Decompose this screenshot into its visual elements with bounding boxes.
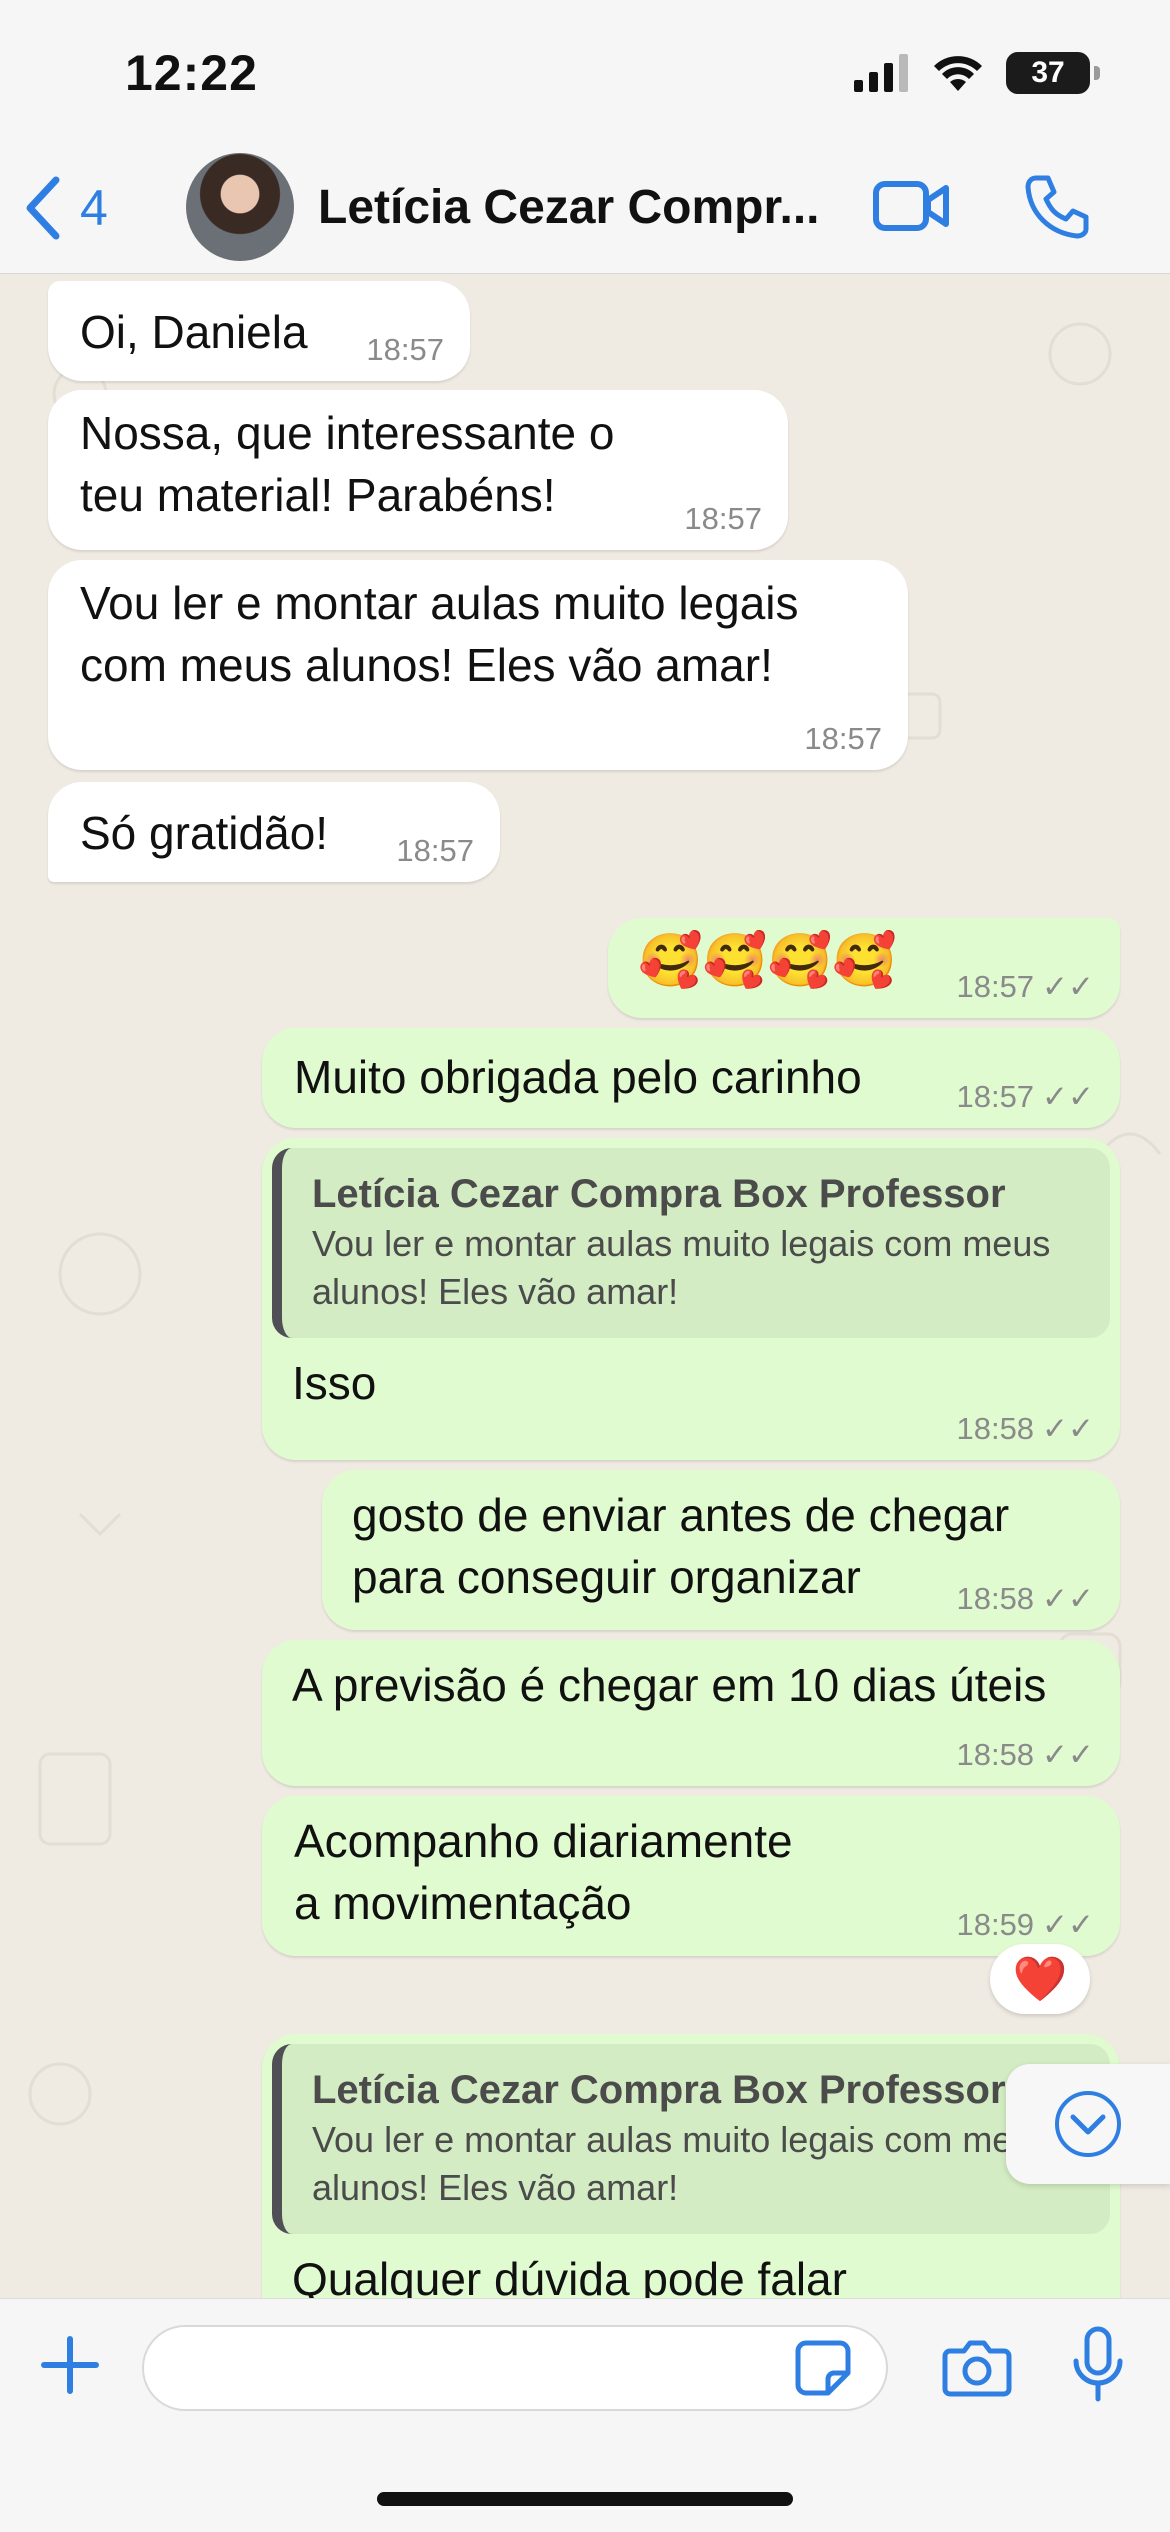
- message-text: Acompanho diariamente a movimentação: [294, 1815, 793, 1929]
- camera-button[interactable]: [942, 2337, 1012, 2402]
- quoted-message[interactable]: Letícia Cezar Compra Box Professor Vou l…: [272, 1148, 1110, 1338]
- message-bubble-incoming[interactable]: Vou ler e montar aulas muito legais com …: [48, 560, 908, 770]
- sticker-button[interactable]: [794, 2339, 852, 2402]
- message-bubble-outgoing[interactable]: Letícia Cezar Compra Box Professor Vou l…: [262, 2034, 1120, 2298]
- read-receipt-icon: ✓✓: [1042, 1411, 1094, 1446]
- message-bubble-outgoing[interactable]: gosto de enviar antes de chegar para con…: [322, 1470, 1120, 1630]
- read-receipt-icon: ✓✓: [1042, 1907, 1094, 1942]
- message-bubble-outgoing[interactable]: Letícia Cezar Compra Box Professor Vou l…: [262, 1138, 1120, 1460]
- quoted-text: Vou ler e montar aulas muito legais com …: [312, 2119, 1051, 2208]
- message-bubble-incoming[interactable]: Só gratidão! 18:57: [48, 782, 500, 882]
- voice-message-button[interactable]: [1070, 2325, 1126, 2410]
- home-indicator[interactable]: [377, 2492, 793, 2506]
- video-call-button[interactable]: [872, 176, 952, 241]
- heart-reaction[interactable]: ❤️: [990, 1944, 1090, 2014]
- message-time: 18:57 ✓✓: [956, 969, 1094, 1004]
- message-time: 18:58 ✓✓: [956, 1581, 1094, 1616]
- quoted-message[interactable]: Letícia Cezar Compra Box Professor Vou l…: [272, 2044, 1110, 2234]
- voice-call-button[interactable]: [1022, 172, 1092, 247]
- message-bubble-incoming[interactable]: Nossa, que interessante o teu material! …: [48, 390, 788, 550]
- contact-name[interactable]: Letícia Cezar Compr...: [318, 180, 828, 235]
- message-input[interactable]: [142, 2325, 888, 2411]
- read-receipt-icon: ✓✓: [1042, 969, 1094, 1004]
- camera-icon: [942, 2340, 1012, 2397]
- quoted-sender: Letícia Cezar Compra Box Professor: [312, 1172, 1006, 1216]
- message-time: 18:57 ✓✓: [956, 1079, 1094, 1114]
- message-text: Qualquer dúvida pode falar: [292, 2253, 847, 2298]
- signal-icon: [854, 54, 908, 92]
- message-time: 18:58 ✓✓: [956, 1411, 1094, 1446]
- message-bubble-outgoing[interactable]: A previsão é chegar em 10 dias úteis 18:…: [262, 1640, 1120, 1786]
- message-text: A previsão é chegar em 10 dias úteis: [292, 1659, 1047, 1711]
- message-time: 18:57: [396, 833, 474, 868]
- unread-count: 4: [80, 180, 108, 236]
- message-time: 18:58 ✓✓: [956, 1737, 1094, 1772]
- status-bar: 12:22 37: [0, 0, 1170, 150]
- back-button[interactable]: 4: [22, 176, 108, 240]
- battery-level: 37: [1031, 56, 1065, 89]
- scroll-to-bottom-button[interactable]: [1006, 2064, 1170, 2184]
- message-text: Vou ler e montar aulas muito legais com …: [80, 577, 799, 691]
- message-time: 18:57: [366, 332, 444, 367]
- battery-icon: 37: [1006, 52, 1100, 94]
- quoted-text: Vou ler e montar aulas muito legais com …: [312, 1223, 1051, 1312]
- message-time: 18:57: [684, 501, 762, 536]
- avatar[interactable]: [186, 153, 294, 261]
- chat-area[interactable]: Oi, Daniela 18:57 Nossa, que interessant…: [0, 274, 1170, 2298]
- plus-icon: [41, 2336, 99, 2394]
- chat-header: 4 Letícia Cezar Compr...: [0, 150, 1170, 274]
- read-receipt-icon: ✓✓: [1042, 1079, 1094, 1114]
- wifi-icon: [934, 56, 982, 91]
- message-text: Isso: [292, 1357, 377, 1409]
- video-camera-icon: [873, 181, 949, 231]
- microphone-icon: [1073, 2326, 1123, 2402]
- read-receipt-icon: ✓✓: [1042, 1581, 1094, 1616]
- message-bubble-incoming[interactable]: Oi, Daniela 18:57: [48, 281, 470, 381]
- quoted-sender: Letícia Cezar Compra Box Professor: [312, 2068, 1006, 2112]
- attach-button[interactable]: [40, 2335, 100, 2400]
- chevron-left-icon: [26, 176, 60, 240]
- chevron-down-circle-icon: [1055, 2091, 1121, 2157]
- sticker-icon: [795, 2340, 851, 2396]
- message-bubble-outgoing[interactable]: Muito obrigada pelo carinho 18:57 ✓✓: [262, 1028, 1120, 1128]
- status-icons: 37: [854, 52, 1100, 94]
- phone-icon: [1025, 175, 1089, 239]
- read-receipt-icon: ✓✓: [1042, 1737, 1094, 1772]
- message-time: 18:57: [804, 721, 882, 756]
- message-text: Nossa, que interessante o teu material! …: [80, 407, 615, 521]
- message-bubble-outgoing[interactable]: Acompanho diariamente a movimentação 18:…: [262, 1796, 1120, 1956]
- status-time: 12:22: [125, 45, 258, 101]
- message-time: 18:59 ✓✓: [956, 1907, 1094, 1942]
- message-bubble-outgoing[interactable]: 🥰🥰🥰🥰 18:57 ✓✓: [608, 918, 1120, 1018]
